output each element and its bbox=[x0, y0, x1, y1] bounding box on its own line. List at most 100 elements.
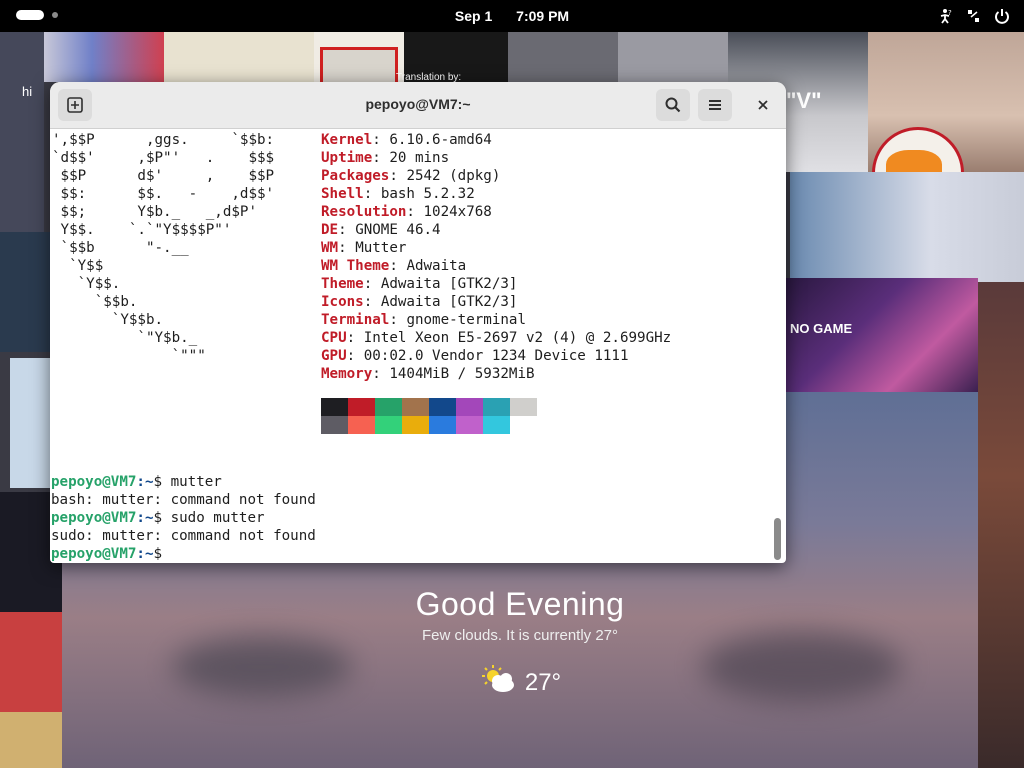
system-info-line: Resolution: 1024x768 bbox=[321, 203, 492, 221]
info-value: 20 mins bbox=[389, 150, 450, 166]
time-label: 7:09 PM bbox=[516, 8, 570, 24]
info-key: Terminal bbox=[321, 312, 390, 328]
ascii-art-line: $$: $$. - ,d$$' bbox=[52, 186, 275, 202]
main-menu-button[interactable] bbox=[698, 89, 732, 121]
terminal-line: pepoyo@VM7:~$ mutter bbox=[51, 473, 222, 491]
wallpaper-tile bbox=[508, 32, 618, 82]
info-key: DE bbox=[321, 222, 339, 238]
info-value: Adwaita [GTK2/3] bbox=[380, 276, 518, 292]
info-key: Icons bbox=[321, 294, 364, 310]
wallpaper-banner-image: NO GAME bbox=[786, 278, 978, 392]
command-output: bash: mutter: command not found bbox=[51, 492, 316, 508]
info-key: Resolution bbox=[321, 204, 407, 220]
terminal-output[interactable]: ',$$P ,ggs. `$$b: `d$$' ,$P"' . $$$ $$P d… bbox=[50, 129, 772, 563]
wallpaper-tile bbox=[978, 282, 1024, 768]
top-bar: Sep 1 7:09 PM ? bbox=[0, 0, 1024, 32]
system-info-line: Shell: bash 5.2.32 bbox=[321, 185, 475, 203]
accessibility-icon[interactable]: ? bbox=[936, 6, 956, 26]
close-button[interactable] bbox=[750, 92, 776, 118]
terminal-headerbar[interactable]: pepoyo@VM7:~ bbox=[50, 82, 786, 129]
info-key: Shell bbox=[321, 186, 364, 202]
info-key: Packages bbox=[321, 168, 390, 184]
info-value: Adwaita [GTK2/3] bbox=[380, 294, 518, 310]
banner-text: NO GAME bbox=[790, 321, 853, 336]
color-palette-row bbox=[321, 416, 510, 434]
info-separator: : bbox=[372, 366, 390, 382]
info-key: CPU bbox=[321, 330, 347, 346]
wallpaper-tile bbox=[44, 32, 164, 82]
command-text: sudo mutter bbox=[162, 510, 265, 526]
wallpaper-tile bbox=[0, 712, 62, 768]
scrollbar-thumb[interactable] bbox=[774, 518, 781, 560]
date-label: Sep 1 bbox=[454, 8, 493, 24]
search-icon bbox=[665, 97, 681, 113]
ascii-art-line: $$P d$' , $$P bbox=[52, 168, 275, 184]
info-value: GNOME 46.4 bbox=[355, 222, 441, 238]
info-value: Adwaita bbox=[406, 258, 467, 274]
info-value: 1404MiB / 5932MiB bbox=[389, 366, 535, 382]
system-info-line: Theme: Adwaita [GTK2/3] bbox=[321, 275, 517, 293]
info-separator: : bbox=[363, 294, 381, 310]
info-value: 6.10.6-amd64 bbox=[389, 132, 492, 148]
power-icon[interactable] bbox=[992, 6, 1012, 26]
info-separator: : bbox=[338, 222, 356, 238]
info-separator: : bbox=[389, 258, 407, 274]
terminal-line: pepoyo@VM7:~$ sudo mutter bbox=[51, 509, 265, 527]
network-icon[interactable] bbox=[964, 6, 984, 26]
color-swatch bbox=[429, 398, 456, 416]
greeting-text: Good Evening bbox=[415, 586, 625, 622]
wallpaper-tile bbox=[618, 32, 728, 82]
info-value: 1024x768 bbox=[423, 204, 492, 220]
ascii-art-line: `Y$$. bbox=[52, 276, 121, 292]
info-key: WM Theme bbox=[321, 258, 390, 274]
system-info-line: WM: Mutter bbox=[321, 239, 406, 257]
ascii-art-line: `$$b "-.__ bbox=[52, 240, 189, 256]
info-separator: : bbox=[372, 132, 390, 148]
info-value: Mutter bbox=[355, 240, 407, 256]
ascii-art-line: Y$$. `.`"Y$$$$P"' bbox=[52, 222, 232, 238]
system-info-line: Packages: 2542 (dpkg) bbox=[321, 167, 500, 185]
ascii-art-line: `d$$' ,$P"' . $$$ bbox=[52, 150, 275, 166]
color-swatch bbox=[402, 416, 429, 434]
ascii-art-line: $$; Y$b._ _,d$P' bbox=[52, 204, 257, 220]
wallpaper-tile bbox=[164, 32, 314, 82]
search-button[interactable] bbox=[656, 89, 690, 121]
system-info-line: WM Theme: Adwaita bbox=[321, 257, 466, 275]
color-swatch bbox=[456, 416, 483, 434]
system-info-line: Uptime: 20 mins bbox=[321, 149, 449, 167]
color-swatch bbox=[375, 416, 402, 434]
wallpaper-text: "V" bbox=[786, 88, 822, 113]
color-swatch bbox=[321, 398, 348, 416]
info-separator: : bbox=[346, 348, 364, 364]
info-separator: : bbox=[346, 330, 364, 346]
color-swatch bbox=[483, 398, 510, 416]
prompt-path: :~ bbox=[136, 510, 154, 526]
hamburger-menu-icon bbox=[709, 100, 721, 110]
ascii-art-line: `""" bbox=[52, 348, 206, 364]
system-tray[interactable]: ? bbox=[936, 6, 1012, 26]
info-separator: : bbox=[338, 240, 356, 256]
terminal-window[interactable]: pepoyo@VM7:~ ',$$P ,ggs. `$$b: `d$$' ,$P"… bbox=[50, 82, 786, 563]
temperature-label: 27° bbox=[524, 668, 562, 696]
prompt-user: pepoyo@VM7 bbox=[51, 474, 137, 490]
close-icon bbox=[758, 100, 768, 110]
partly-cloudy-icon bbox=[479, 664, 517, 701]
clock[interactable]: Sep 1 7:09 PM bbox=[0, 8, 1024, 24]
info-separator: : bbox=[389, 168, 407, 184]
info-separator: : bbox=[363, 186, 381, 202]
terminal-line: pepoyo@VM7:~$ bbox=[51, 545, 162, 563]
info-separator: : bbox=[372, 150, 390, 166]
info-separator: : bbox=[406, 204, 424, 220]
info-key: Uptime bbox=[321, 150, 373, 166]
system-info-line: Memory: 1404MiB / 5932MiB bbox=[321, 365, 535, 383]
info-value: gnome-terminal bbox=[406, 312, 527, 328]
prompt-user: pepoyo@VM7 bbox=[51, 546, 137, 562]
ascii-art-line: `$$b. bbox=[52, 294, 138, 310]
info-value: Intel Xeon E5-2697 v2 (4) @ 2.699GHz bbox=[363, 330, 672, 346]
color-swatch bbox=[483, 416, 510, 434]
prompt-symbol: $ bbox=[153, 546, 163, 562]
color-swatch bbox=[402, 398, 429, 416]
info-key: Memory bbox=[321, 366, 373, 382]
system-info-line: Icons: Adwaita [GTK2/3] bbox=[321, 293, 517, 311]
info-separator: : bbox=[389, 312, 407, 328]
